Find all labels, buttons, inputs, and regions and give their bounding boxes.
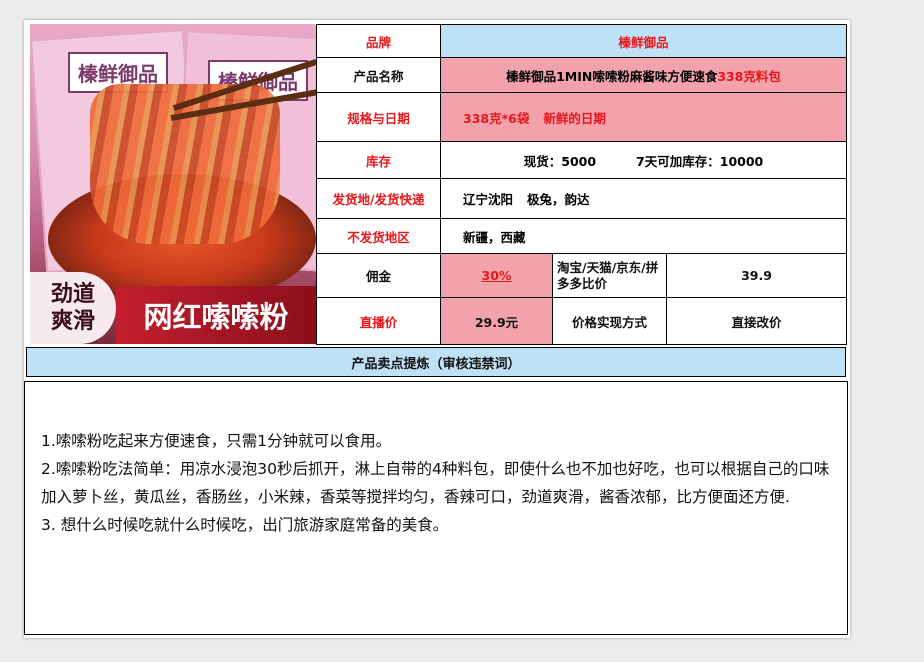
name-label: 产品名称	[316, 57, 441, 93]
row-stock: 库存 现货：5000 7天可加库存：10000	[316, 141, 847, 179]
price-method-label: 价格实现方式	[552, 297, 667, 345]
stock-label: 库存	[316, 141, 441, 179]
spec-label: 规格与日期	[316, 92, 441, 142]
selling-points-text: 1.嗦嗦粉吃起来方便速食，只需1分钟就可以食用。 2.嗦嗦粉吃法简单：用凉水浸泡…	[41, 427, 843, 539]
name-value-red: 338克料包	[717, 68, 781, 84]
row-live-price: 直播价 29.9元 价格实现方式 直接改价	[316, 297, 847, 345]
ship-label: 发货地/发货快递	[316, 178, 441, 219]
spec-date: 新鲜的日期	[543, 110, 606, 126]
row-spec: 规格与日期 338克*6袋 新鲜的日期	[316, 92, 847, 142]
compare-label: 淘宝/天猫/京东/拼多多比价	[552, 253, 667, 298]
texture-badge: 劲道 爽滑	[30, 272, 116, 344]
live-price-label: 直播价	[316, 297, 441, 345]
row-commission: 佣金 30% 淘宝/天猫/京东/拼多多比价 39.9	[316, 253, 847, 298]
ship-place: 辽宁沈阳	[463, 192, 514, 207]
stock-7day: 7天可加库存：10000	[636, 153, 764, 169]
noodles	[90, 84, 280, 244]
spec-size: 338克*6袋	[463, 110, 530, 126]
selling-points-header: 产品卖点提炼（审核违禁词）	[26, 347, 846, 377]
row-name: 产品名称 榛鲜御品1MIN嗦嗦粉麻酱味方便速食338克料包	[316, 57, 847, 93]
selling-point-1: 1.嗦嗦粉吃起来方便速食，只需1分钟就可以食用。	[41, 432, 392, 450]
selling-point-3: 3. 想什么时候吃就什么时候吃，出门旅游家庭常备的美食。	[41, 516, 449, 534]
name-value-main: 榛鲜御品1MIN嗦嗦粉麻酱味方便速食	[506, 68, 718, 84]
commission-cell: 30%	[440, 253, 553, 298]
commission-value[interactable]: 30%	[482, 268, 512, 283]
noship-value: 新疆，西藏	[440, 218, 847, 254]
noship-label: 不发货地区	[316, 218, 441, 254]
selling-point-2: 2.嗦嗦粉吃法简单：用凉水浸泡30秒后抓开，淋上自带的4种料包，即使什么也不加也…	[41, 460, 830, 506]
product-banner: 网红嗦嗦粉	[116, 286, 316, 344]
ship-value: 辽宁沈阳 极兔，韵达	[440, 178, 847, 219]
price-method-value: 直接改价	[666, 297, 847, 345]
commission-label: 佣金	[316, 253, 441, 298]
badge-line-1: 劲道	[50, 281, 95, 307]
row-brand: 品牌 榛鲜御品	[316, 24, 847, 58]
selling-points-box: 1.嗦嗦粉吃起来方便速食，只需1分钟就可以食用。 2.嗦嗦粉吃法简单：用凉水浸泡…	[24, 381, 848, 635]
live-price-value: 29.9元	[440, 297, 553, 345]
product-image: 榛鲜御品 榛鲜御品 劲道爽滑 网红嗦嗦粉	[30, 24, 316, 344]
row-noship: 不发货地区 新疆，西藏	[316, 218, 847, 254]
row-shipping: 发货地/发货快递 辽宁沈阳 极兔，韵达	[316, 178, 847, 219]
brand-label: 品牌	[316, 24, 441, 58]
ship-express: 极兔，韵达	[527, 192, 590, 207]
stock-value: 现货：5000 7天可加库存：10000	[440, 141, 847, 179]
compare-value: 39.9	[666, 253, 847, 298]
badge-line-2: 爽滑	[50, 308, 95, 334]
product-info-table: 品牌 榛鲜御品 产品名称 榛鲜御品1MIN嗦嗦粉麻酱味方便速食338克料包 规格…	[316, 24, 847, 345]
spec-value: 338克*6袋 新鲜的日期	[440, 92, 847, 142]
brand-value: 榛鲜御品	[440, 24, 847, 58]
stock-now: 现货：5000	[523, 153, 597, 169]
name-value: 榛鲜御品1MIN嗦嗦粉麻酱味方便速食338克料包	[440, 57, 847, 93]
